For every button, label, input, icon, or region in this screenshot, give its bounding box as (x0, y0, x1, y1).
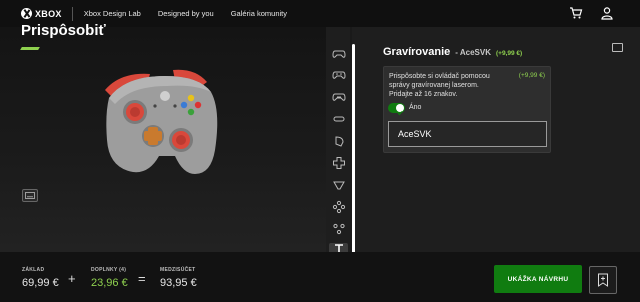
equals-sign: = (138, 271, 146, 286)
engraving-text-input[interactable] (388, 121, 547, 147)
keyboard-shortcuts-button[interactable] (22, 189, 38, 202)
toggle-label: Áno (409, 104, 422, 111)
nav-link-design-lab[interactable]: Xbox Design Lab (84, 9, 141, 18)
base-price-value: 69,99 € (22, 277, 59, 289)
subtotal: MEDZISÚČET 93,95 € (160, 267, 197, 289)
keyboard-icon (25, 192, 35, 199)
engraving-description: Prispôsobte si ovládač pomocou správy gr… (389, 73, 490, 98)
controller-body-icon[interactable] (332, 68, 346, 82)
engraving-toggle[interactable] (388, 103, 405, 116)
trigger-icon[interactable] (332, 134, 346, 148)
title-accent-bar (20, 47, 40, 50)
xbox-logo[interactable]: XBOX (21, 8, 62, 19)
engraving-price: (+9,99 €) (518, 72, 545, 79)
preview-design-button[interactable]: UKÁŽKA NÁVRHU (494, 265, 582, 293)
save-design-button[interactable] (589, 266, 617, 294)
buttons-icon[interactable] (332, 200, 346, 214)
subtotal-value: 93,95 € (160, 277, 197, 289)
nav-divider (71, 6, 73, 21)
check-icon (397, 111, 403, 116)
brand-label: XBOX (35, 8, 62, 19)
subtotal-label: MEDZISÚČET (160, 267, 196, 273)
addons-price-value: 23,96 € (91, 277, 128, 289)
nav-link-community-gallery[interactable]: Galéria komunity (231, 9, 287, 18)
dpad-icon[interactable] (332, 156, 346, 170)
panel-price: (+9,99 €) (495, 50, 523, 57)
panel-heading: Gravírovanie - AceSVK (+9,99 €) (383, 46, 522, 58)
addons-price-label: DOPLNKY (4) (91, 267, 127, 273)
nav-link-designed-by-you[interactable]: Designed by you (158, 9, 214, 18)
panel-name-value: - AceSVK (455, 48, 491, 57)
panel-title: Gravírovanie (383, 46, 451, 58)
bumper-icon[interactable] (332, 112, 346, 126)
account-icon[interactable] (600, 6, 614, 20)
page-title: Prispôsobiť (21, 22, 106, 39)
cart-icon[interactable] (569, 6, 583, 20)
addons-price: DOPLNKY (4) 23,96 € (91, 267, 128, 289)
toolbar-scrollbar[interactable] (352, 44, 355, 254)
face-buttons-icon[interactable] (332, 222, 346, 236)
gamepad-icon[interactable] (332, 47, 346, 61)
thumbstick-icon[interactable] (332, 178, 346, 192)
xbox-sphere-icon (21, 8, 32, 19)
expand-panel-icon[interactable] (612, 43, 623, 52)
controller-preview-image[interactable] (95, 50, 235, 190)
plus-sign: + (68, 271, 76, 286)
base-price-label: ZÁKLAD (22, 267, 45, 273)
engraving-card: Prispôsobte si ovládač pomocou správy gr… (383, 66, 551, 153)
base-price: ZÁKLAD 69,99 € (22, 267, 59, 289)
toggle-knob (396, 104, 404, 116)
controller-back-icon[interactable] (332, 90, 346, 104)
bookmark-plus-icon (598, 273, 608, 287)
